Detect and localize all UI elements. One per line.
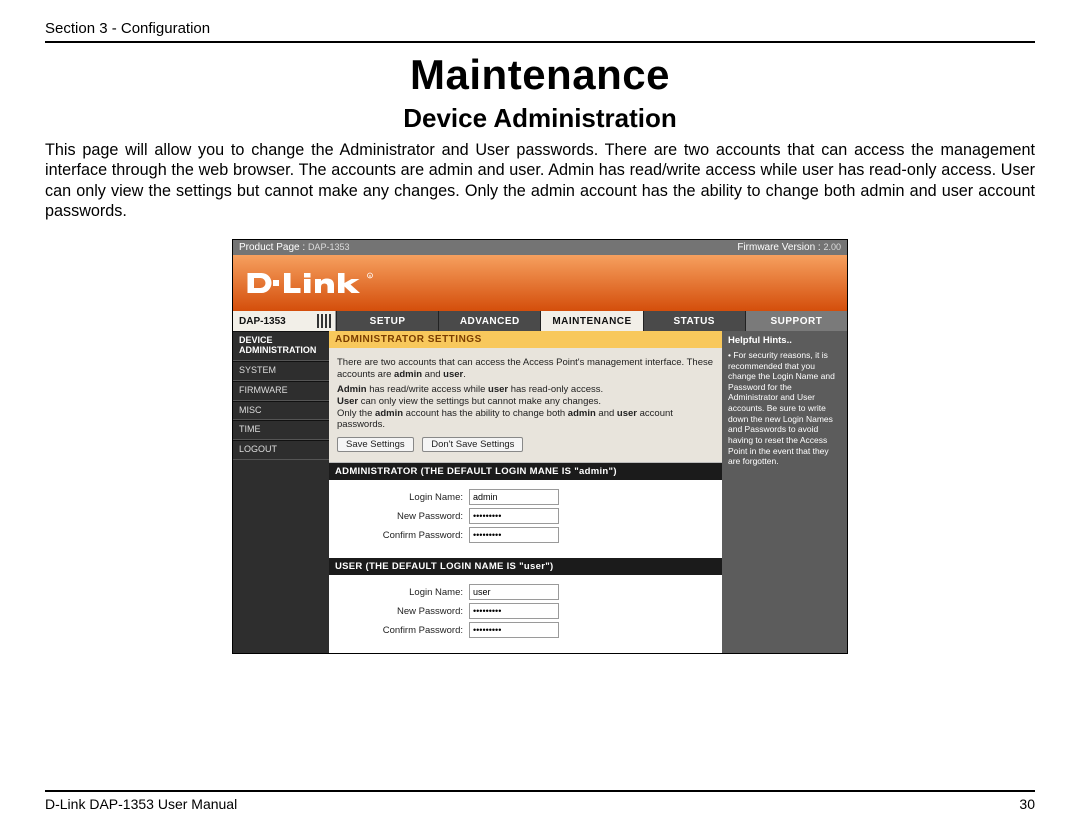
tab-status[interactable]: STATUS — [643, 311, 745, 331]
sidebar-item-system[interactable]: SYSTEM — [233, 361, 329, 381]
hints-text: For security reasons, it is recommended … — [728, 350, 835, 466]
product-page-label: Product Page : — [239, 242, 305, 253]
tab-support[interactable]: SUPPORT — [745, 311, 847, 331]
admin-section-bar: ADMINISTRATOR (THE DEFAULT LOGIN MANE IS… — [329, 463, 722, 480]
sidebar-item-firmware[interactable]: FIRMWARE — [233, 381, 329, 401]
hints-header: Helpful Hints.. — [728, 335, 841, 347]
sidebar-item-logout[interactable]: LOGOUT — [233, 440, 329, 460]
admin-newpw-input[interactable] — [469, 508, 559, 524]
user-login-input[interactable] — [469, 584, 559, 600]
main-tab-bar: DAP-1353 SETUP ADVANCED MAINTENANCE STAT… — [233, 311, 847, 331]
firmware-version: 2.00 — [823, 242, 841, 252]
footer-page-number: 30 — [1019, 796, 1035, 812]
model-cell: DAP-1353 — [233, 311, 336, 331]
user-section-bar: USER (THE DEFAULT LOGIN NAME IS "user") — [329, 558, 722, 575]
user-confirmpw-label: Confirm Password: — [337, 625, 469, 636]
top-status-bar: Product Page : DAP-1353 Firmware Version… — [233, 240, 847, 255]
footer-title: D-Link DAP-1353 User Manual — [45, 796, 237, 812]
bullet-icon: • — [728, 350, 731, 360]
tab-setup[interactable]: SETUP — [336, 311, 438, 331]
tab-advanced[interactable]: ADVANCED — [438, 311, 540, 331]
page-title: Maintenance — [45, 51, 1035, 99]
sidebar-item-device-admin[interactable]: DEVICE ADMINISTRATION — [233, 331, 329, 361]
admin-newpw-label: New Password: — [337, 511, 469, 522]
firmware-label: Firmware Version : — [737, 242, 820, 253]
admin-form: Login Name: New Password: Confirm Passwo… — [329, 480, 722, 558]
helpful-hints-panel: Helpful Hints.. • For security reasons, … — [722, 331, 847, 653]
user-confirmpw-input[interactable] — [469, 622, 559, 638]
stripes-icon — [317, 314, 331, 328]
user-form: Login Name: New Password: Confirm Passwo… — [329, 575, 722, 653]
page-footer: D-Link DAP-1353 User Manual 30 — [45, 790, 1035, 812]
admin-settings-header: ADMINISTRATOR SETTINGS — [329, 331, 722, 348]
tab-maintenance[interactable]: MAINTENANCE — [540, 311, 642, 331]
admin-login-label: Login Name: — [337, 492, 469, 503]
sidebar-item-time[interactable]: TIME — [233, 420, 329, 440]
user-newpw-label: New Password: — [337, 606, 469, 617]
intro-paragraph: This page will allow you to change the A… — [45, 140, 1035, 221]
model-label: DAP-1353 — [239, 316, 286, 327]
info-box: There are two accounts that can access t… — [329, 348, 722, 463]
sidebar: DEVICE ADMINISTRATION SYSTEM FIRMWARE MI… — [233, 331, 329, 653]
brand-banner: R — [233, 255, 847, 311]
admin-confirmpw-label: Confirm Password: — [337, 530, 469, 541]
main-panel: ADMINISTRATOR SETTINGS There are two acc… — [329, 331, 722, 653]
user-login-label: Login Name: — [337, 587, 469, 598]
product-model: DAP-1353 — [308, 242, 350, 252]
save-settings-button[interactable]: Save Settings — [337, 437, 414, 452]
dont-save-settings-button[interactable]: Don't Save Settings — [422, 437, 523, 452]
page-subtitle: Device Administration — [45, 103, 1035, 134]
admin-confirmpw-input[interactable] — [469, 527, 559, 543]
user-newpw-input[interactable] — [469, 603, 559, 619]
dlink-logo-icon: R — [245, 266, 375, 300]
section-header: Section 3 - Configuration — [45, 20, 1035, 43]
router-ui-screenshot: Product Page : DAP-1353 Firmware Version… — [232, 239, 848, 654]
admin-login-input[interactable] — [469, 489, 559, 505]
sidebar-item-misc[interactable]: MISC — [233, 401, 329, 421]
